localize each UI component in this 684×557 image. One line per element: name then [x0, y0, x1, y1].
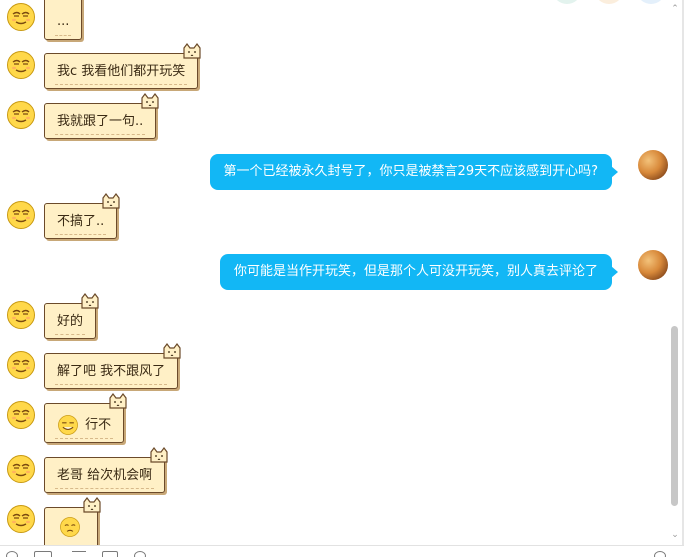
message-bubble-incoming[interactable]: 不搞了..	[44, 203, 117, 239]
cat-icon	[100, 193, 122, 209]
message-text: 老哥 给次机会啊	[57, 468, 153, 483]
search-icon[interactable]	[134, 551, 146, 557]
message-bubble-incoming[interactable]	[44, 507, 98, 545]
message-text: 行不	[85, 417, 112, 433]
sender-avatar-icon[interactable]	[6, 200, 36, 230]
message-bubble-incoming[interactable]: 解了吧 我不跟风了	[44, 353, 178, 389]
screenshot-icon[interactable]	[34, 551, 52, 557]
sender-avatar-icon[interactable]	[6, 350, 36, 380]
message-text: 第一个已经被永久封号了，你只是被禁言29天不应该感到开心吗?	[223, 164, 598, 179]
vertical-scrollbar[interactable]: ⌃ ⌄	[668, 0, 682, 545]
message-text: 我就跟了一句..	[57, 114, 144, 129]
smile-emoji-icon	[58, 415, 78, 435]
message-bubble-incoming[interactable]: 行不	[44, 403, 124, 443]
history-icon[interactable]	[654, 551, 666, 557]
chat-message-area[interactable]: ... 我c 我看他们都开玩笑 我就跟了一句.. 第一个已经被永久封号了，你只是…	[0, 0, 668, 545]
message-bubble-outgoing[interactable]: 你可能是当作开玩笑，但是那个人可没开玩笑，别人真去评论了	[219, 254, 619, 290]
message-text: ...	[57, 14, 70, 29]
cat-icon	[107, 393, 129, 409]
scroll-up-arrow-icon[interactable]: ⌃	[670, 4, 680, 14]
message-bubble-incoming[interactable]: 老哥 给次机会啊	[44, 457, 165, 493]
message-bubble-incoming[interactable]: 我就跟了一句..	[44, 103, 156, 139]
image-icon[interactable]	[102, 551, 118, 557]
message-text: 解了吧 我不跟风了	[57, 364, 166, 379]
scrollbar-thumb[interactable]	[671, 326, 678, 506]
emoji-icon[interactable]	[6, 551, 18, 557]
sender-avatar-icon[interactable]	[6, 100, 36, 130]
cat-icon	[161, 343, 183, 359]
message-text: 你可能是当作开玩笑，但是那个人可没开玩笑，别人真去评论了	[233, 264, 598, 279]
message-bubble-outgoing[interactable]: 第一个已经被永久封号了，你只是被禁言29天不应该感到开心吗?	[209, 154, 619, 190]
sender-avatar-icon[interactable]	[6, 2, 36, 32]
sender-avatar-icon[interactable]	[6, 400, 36, 430]
message-text: 不搞了..	[57, 214, 105, 229]
cat-icon	[139, 93, 161, 109]
input-toolbar	[0, 545, 684, 557]
crying-emoji-icon	[60, 517, 80, 537]
scissors-icon[interactable]	[72, 551, 86, 557]
message-bubble-incoming[interactable]: 我c 我看他们都开玩笑	[44, 53, 198, 89]
scroll-down-arrow-icon[interactable]: ⌄	[670, 530, 680, 540]
message-bubble-incoming[interactable]: ...	[44, 0, 83, 40]
message-text: 我c 我看他们都开玩笑	[57, 64, 186, 79]
message-text: 好的	[57, 314, 84, 329]
sender-avatar-icon[interactable]	[6, 504, 36, 534]
self-avatar[interactable]	[638, 250, 668, 280]
cat-icon	[148, 447, 170, 463]
message-bubble-incoming[interactable]: 好的	[44, 303, 96, 339]
sender-avatar-icon[interactable]	[6, 300, 36, 330]
sender-avatar-icon[interactable]	[6, 50, 36, 80]
cat-icon	[181, 43, 203, 59]
cat-icon	[81, 497, 103, 513]
cat-icon	[79, 293, 101, 309]
self-avatar[interactable]	[638, 150, 668, 180]
sender-avatar-icon[interactable]	[6, 454, 36, 484]
